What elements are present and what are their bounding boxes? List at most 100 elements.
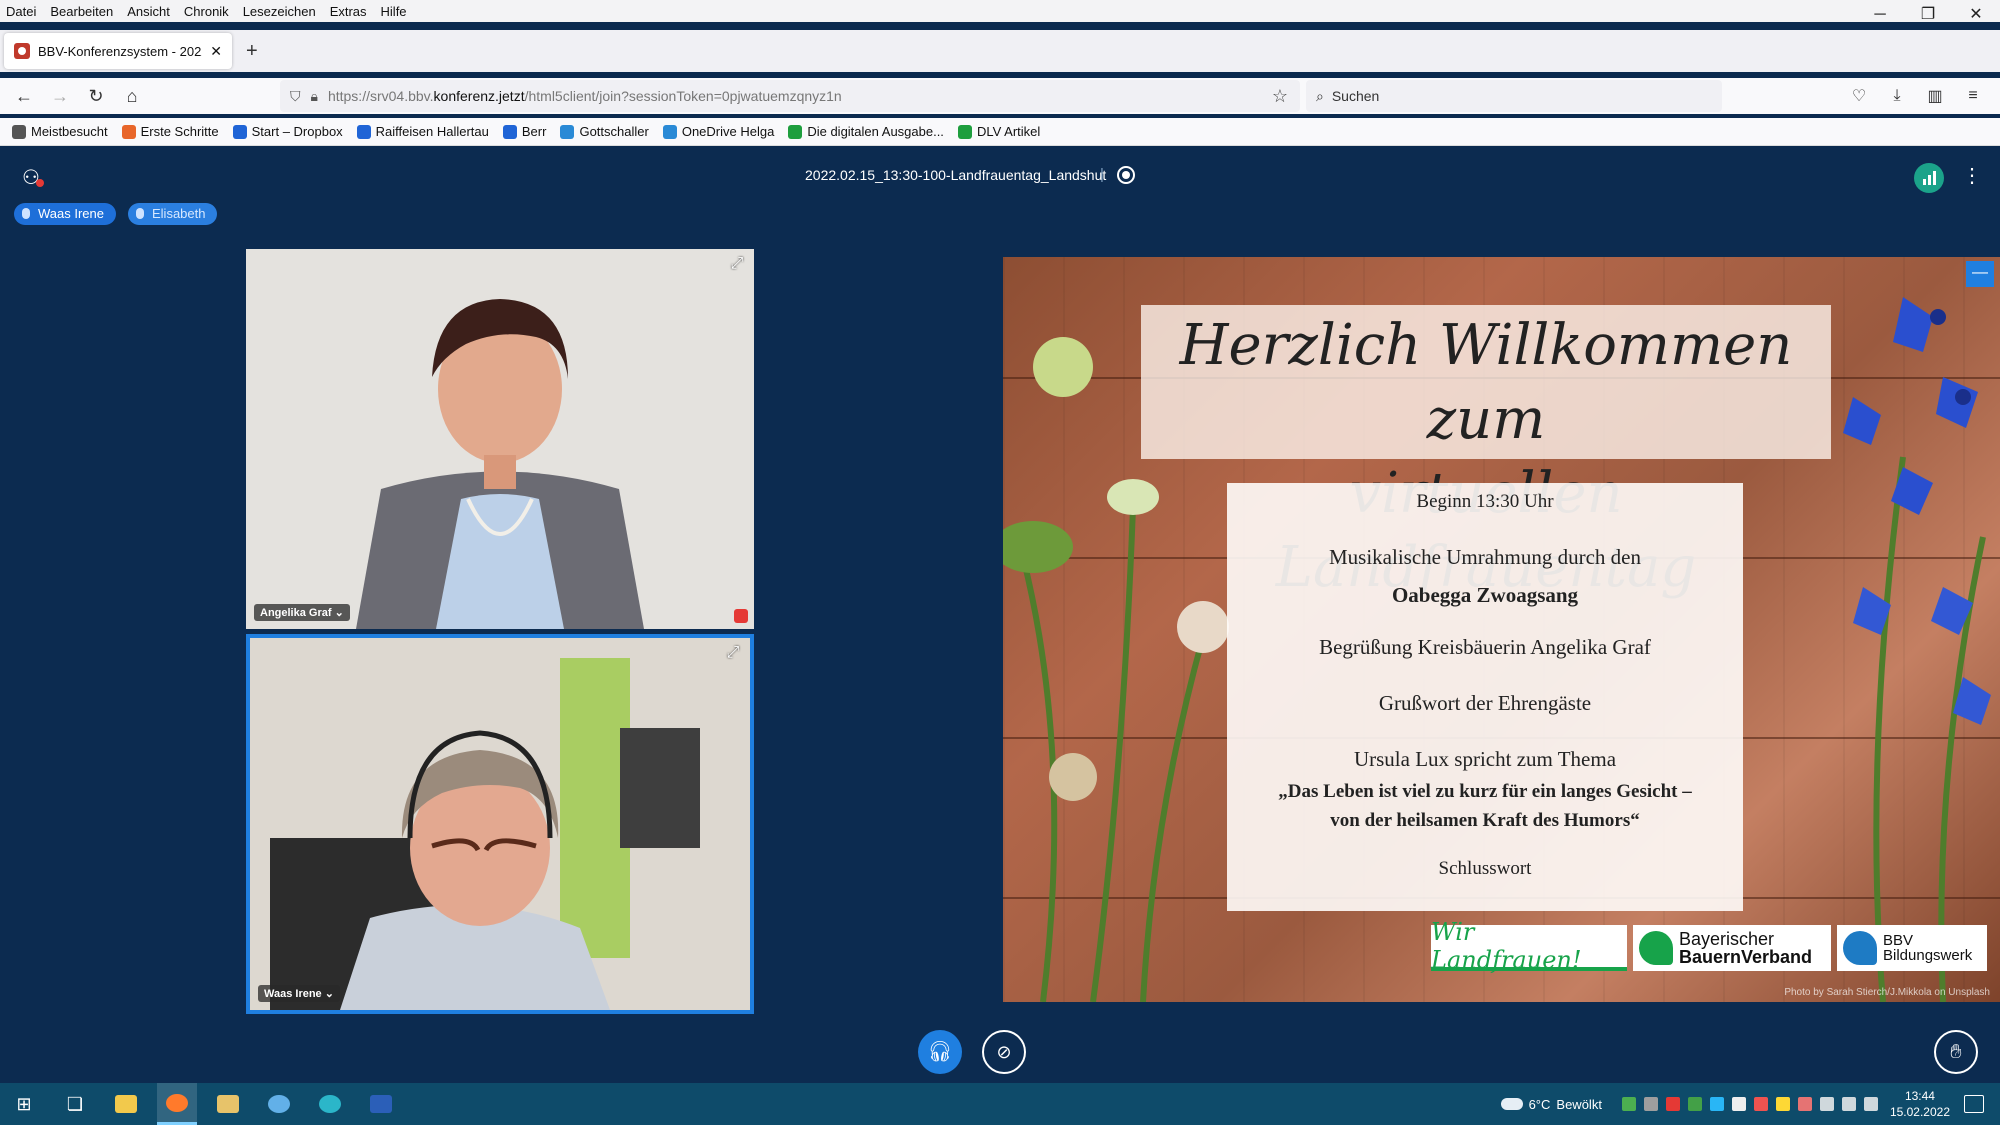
program-line: Ursula Lux spricht zum Thema: [1353, 747, 1617, 771]
menu-datei[interactable]: Datei: [6, 4, 36, 19]
minimize-presentation-button[interactable]: —: [1966, 261, 1994, 287]
bookmark-label: Die digitalen Ausgabe...: [807, 124, 944, 139]
download-icon[interactable]: ⤓: [1878, 87, 1916, 105]
toolbar-right: ♡ ⤓ ▥ ≡: [1840, 78, 1992, 114]
headphones-icon[interactable]: 🎧︎: [918, 1030, 962, 1074]
folder-icon[interactable]: [208, 1083, 248, 1125]
bookmark-item[interactable]: Start – Dropbox: [232, 124, 343, 139]
participant-name-tag[interactable]: Angelika Graf ⌄: [254, 604, 350, 621]
tray-app-icon[interactable]: [1687, 1097, 1702, 1111]
bookmark-item[interactable]: Berr: [502, 124, 546, 139]
tray-app-icon[interactable]: [1819, 1097, 1834, 1111]
raise-hand-icon[interactable]: ✋︎: [1934, 1030, 1978, 1074]
system-tray: 6°C Bewölkt 13:44 15.02.2022: [1500, 1083, 2000, 1125]
bookmark-label: OneDrive Helga: [681, 124, 775, 139]
talker-indicator[interactable]: Elisabeth: [128, 203, 218, 225]
app-icon[interactable]: [259, 1083, 299, 1125]
hamburger-menu-icon[interactable]: ≡: [1954, 87, 1992, 105]
clock[interactable]: 13:44 15.02.2022: [1890, 1088, 1950, 1120]
bookmark-item[interactable]: Raiffeisen Hallertau: [356, 124, 489, 139]
recording-icon[interactable]: [1117, 166, 1135, 184]
menu-extras[interactable]: Extras: [330, 4, 367, 19]
back-icon[interactable]: ←: [6, 86, 42, 107]
video-tile-waas-irene[interactable]: ⤢ Waas Irene ⌄: [246, 634, 754, 1014]
bookmark-label: DLV Artikel: [976, 124, 1041, 139]
notification-icon[interactable]: [1964, 1095, 1984, 1113]
tray-app-icon[interactable]: [1775, 1097, 1790, 1111]
users-list-icon[interactable]: ⚇: [22, 165, 48, 191]
slide-headline: Herzlich Willkommen zum virtuellen Landf…: [1141, 305, 1831, 600]
tray-app-icon[interactable]: [1797, 1097, 1812, 1111]
video-tile-angelika-graf[interactable]: ⤢ Angelika Graf ⌄: [246, 249, 754, 629]
task-view-icon[interactable]: ❏: [55, 1083, 95, 1125]
talker-name: Elisabeth: [152, 206, 206, 221]
word-icon[interactable]: [361, 1083, 401, 1125]
video-off-icon[interactable]: ⊘: [982, 1030, 1026, 1074]
tray-app-icon[interactable]: [1753, 1097, 1768, 1111]
tray-app-icon[interactable]: [1665, 1097, 1680, 1111]
url-bar[interactable]: ⛉ 🔒︎ https://srv04.bbv.konferenz.jetzt/h…: [280, 80, 1300, 112]
window-controls: ─ ❐ ✕: [1856, 0, 2000, 30]
participant-name-tag[interactable]: Waas Irene ⌄: [258, 985, 340, 1002]
meeting-title: 2022.02.15_13:30-100-Landfrauentag_Lands…: [805, 167, 1107, 183]
menu-ansicht[interactable]: Ansicht: [127, 4, 170, 19]
url-text: https://srv04.bbv.konferenz.jetzt/html5c…: [327, 88, 842, 104]
close-window-button[interactable]: ✕: [1952, 0, 2000, 30]
bookmark-item[interactable]: DLV Artikel: [957, 124, 1041, 139]
menu-lesezeichen[interactable]: Lesezeichen: [243, 4, 316, 19]
pocket-icon[interactable]: ♡: [1840, 86, 1878, 106]
bild-logo-line-2: Bildungswerk: [1883, 947, 1973, 964]
bookmark-icon: [957, 124, 972, 139]
program-line: Grußwort der Ehrengäste: [1378, 691, 1592, 715]
tab-close-icon[interactable]: ✕: [210, 43, 222, 60]
menu-bearbeiten[interactable]: Bearbeiten: [50, 4, 113, 19]
clock-date: 15.02.2022: [1889, 1105, 1950, 1119]
tray-app-icon[interactable]: [1643, 1097, 1658, 1111]
menu-hilfe[interactable]: Hilfe: [381, 4, 407, 19]
edge-icon[interactable]: [310, 1083, 350, 1125]
program-line: „Das Leben ist viel zu kurz für ein lang…: [1278, 781, 1692, 802]
bookmark-item[interactable]: Meistbesucht: [12, 124, 108, 139]
bookmark-item[interactable]: OneDrive Helga: [662, 124, 775, 139]
menu-chronik[interactable]: Chronik: [184, 4, 229, 19]
bookmark-item[interactable]: Die digitalen Ausgabe...: [788, 124, 944, 139]
webcam-image: [246, 249, 754, 629]
restore-window-button[interactable]: ❐: [1904, 0, 1952, 30]
weather-text: Bewölkt: [1556, 1096, 1602, 1112]
lock-icon[interactable]: 🔒︎: [311, 88, 318, 105]
talker-indicator[interactable]: Waas Irene: [14, 203, 116, 225]
bookmark-item[interactable]: Gottschaller: [560, 124, 649, 139]
tray-app-icon[interactable]: [1731, 1097, 1746, 1111]
conference-app: ⚇ 2022.02.15_13:30-100-Landfrauentag_Lan…: [0, 147, 2000, 1083]
more-options-icon[interactable]: ⋮: [1962, 163, 1982, 188]
search-input[interactable]: ⌕ Suchen: [1306, 80, 1722, 112]
windows-start-icon[interactable]: ⊞: [4, 1083, 44, 1125]
tray-app-icon[interactable]: [1709, 1097, 1724, 1111]
tray-app-icon[interactable]: [1621, 1097, 1636, 1111]
shield-icon[interactable]: ⛉: [290, 88, 301, 105]
reload-icon[interactable]: ↻: [78, 86, 114, 107]
tab-bbv-konferenzsystem[interactable]: BBV-Konferenzsystem - 2022.02 ✕: [4, 33, 232, 69]
connection-status-icon[interactable]: [1914, 163, 1944, 193]
bauernverband-logo: Bayerischer BauernVerband: [1633, 925, 1831, 971]
bookmark-icon: [356, 124, 371, 139]
favicon-icon: [14, 43, 30, 59]
bookmark-icon: [662, 124, 677, 139]
firefox-icon[interactable]: [157, 1083, 197, 1125]
program-line: Schlusswort: [1438, 858, 1532, 879]
minimize-window-button[interactable]: ─: [1856, 0, 1904, 30]
new-tab-button[interactable]: +: [246, 40, 258, 63]
microphone-icon: [22, 208, 30, 219]
bookmark-star-icon[interactable]: ☆: [1272, 86, 1288, 107]
slide-program: Beginn 13:30 Uhr Musikalische Umrahmung …: [1227, 483, 1743, 911]
fullscreen-icon[interactable]: ⤢: [724, 644, 742, 662]
network-icon[interactable]: [1841, 1097, 1856, 1111]
sidebar-icon[interactable]: ▥: [1916, 86, 1954, 106]
fullscreen-icon[interactable]: ⤢: [728, 255, 746, 273]
weather-widget[interactable]: 6°C Bewölkt: [1500, 1096, 1602, 1112]
file-explorer-icon[interactable]: [106, 1083, 146, 1125]
bookmark-item[interactable]: Erste Schritte: [121, 124, 219, 139]
home-icon[interactable]: ⌂: [114, 86, 150, 107]
speaker-icon[interactable]: [1863, 1097, 1878, 1111]
forward-icon[interactable]: →: [42, 86, 78, 107]
